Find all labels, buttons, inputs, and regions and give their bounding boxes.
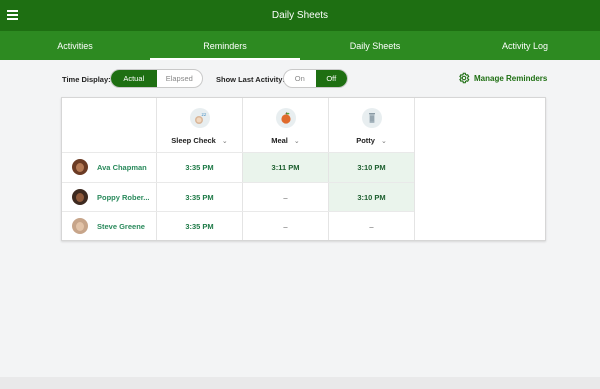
hamburger-menu-icon[interactable] (7, 10, 18, 20)
tab-activities[interactable]: Activities (0, 31, 150, 60)
reminder-cell[interactable]: 3:10 PM (329, 153, 414, 182)
app-title: Daily Sheets (271, 10, 329, 21)
column-header-sleep-check[interactable]: zz Sleep Check ⌄ (157, 98, 242, 152)
tab-bar: Activities Reminders Daily Sheets Activi… (0, 31, 600, 60)
child-row-header[interactable]: Steve Greene (72, 218, 145, 234)
chevron-down-icon: ⌄ (221, 137, 228, 145)
tab-reminders[interactable]: Reminders (150, 31, 300, 60)
reminder-cell[interactable]: 3:35 PM (157, 183, 242, 211)
reminder-cell[interactable]: 3:10 PM (329, 183, 414, 211)
time-display-label: Time Display: (62, 75, 111, 84)
reminder-cell[interactable]: – (243, 212, 328, 240)
column-header-meal[interactable]: Meal ⌄ (243, 98, 328, 152)
column-label-potty: Potty (356, 136, 375, 145)
tab-activity-log[interactable]: Activity Log (450, 31, 600, 60)
child-name[interactable]: Ava Chapman (97, 163, 147, 172)
chevron-down-icon: ⌄ (380, 137, 387, 145)
trash-can-icon (361, 108, 382, 128)
app-bar: Daily Sheets (0, 0, 600, 31)
show-last-activity-toggle: On Off (283, 69, 348, 88)
avatar (72, 218, 88, 234)
child-name[interactable]: Poppy Rober... (97, 193, 150, 202)
tab-daily-sheets[interactable]: Daily Sheets (300, 31, 450, 60)
svg-text:zz: zz (201, 113, 206, 118)
column-label-meal: Meal (271, 136, 288, 145)
manage-reminders-button[interactable]: Manage Reminders (458, 72, 547, 84)
bottom-bar (0, 377, 600, 389)
show-last-off-option[interactable]: Off (315, 70, 347, 87)
avatar (72, 159, 88, 175)
reminder-cell[interactable]: 3:35 PM (157, 212, 242, 240)
sleep-icon: zz (189, 108, 210, 128)
time-display-toggle: Actual Elapsed (110, 69, 203, 88)
apple-icon (275, 108, 296, 128)
show-last-activity-label: Show Last Activity: (216, 75, 285, 84)
manage-reminders-label: Manage Reminders (474, 73, 548, 83)
reminder-cell[interactable]: – (243, 183, 328, 211)
gear-icon (459, 72, 470, 84)
child-row-header[interactable]: Ava Chapman (72, 159, 147, 175)
reminder-cell[interactable]: 3:35 PM (157, 153, 242, 182)
avatar (72, 189, 88, 205)
reminder-cell[interactable]: 3:11 PM (243, 153, 328, 182)
time-display-elapsed-option[interactable]: Elapsed (157, 70, 203, 87)
show-last-on-option[interactable]: On (284, 70, 316, 87)
time-display-actual-option[interactable]: Actual (111, 70, 157, 87)
chevron-down-icon: ⌄ (293, 137, 300, 145)
column-label-sleep-check: Sleep Check (171, 136, 216, 145)
column-header-potty[interactable]: Potty ⌄ (329, 98, 414, 152)
child-row-header[interactable]: Poppy Rober... (72, 189, 150, 205)
reminder-cell[interactable]: – (329, 212, 414, 240)
child-name[interactable]: Steve Greene (97, 222, 145, 231)
reminders-table: zz Sleep Check ⌄ Meal ⌄ Potty ⌄ Ava Chap… (61, 97, 546, 241)
